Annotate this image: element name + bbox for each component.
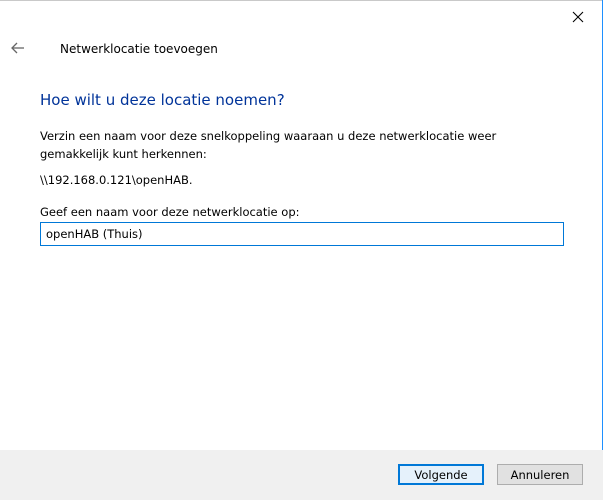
location-name-input[interactable] xyxy=(40,222,564,246)
back-arrow-icon xyxy=(11,42,24,54)
window-top-border xyxy=(0,0,603,1)
add-network-location-dialog: Netwerklocatie toevoegen Hoe wilt u deze… xyxy=(0,0,603,500)
name-field-label: Geef een naam voor deze netwerklocatie o… xyxy=(40,205,300,219)
cancel-button[interactable]: Annuleren xyxy=(497,464,583,485)
back-button[interactable] xyxy=(6,36,30,60)
page-heading: Hoe wilt u deze locatie noemen? xyxy=(40,91,285,109)
dialog-footer: Volgende Annuleren xyxy=(0,450,603,500)
close-button[interactable] xyxy=(555,2,601,32)
next-button[interactable]: Volgende xyxy=(398,464,484,485)
network-path: \\192.168.0.121\openHAB. xyxy=(40,173,193,187)
instruction-text: Verzin een naam voor deze snelkoppeling … xyxy=(40,129,497,161)
dialog-title: Netwerklocatie toevoegen xyxy=(60,42,218,56)
close-icon xyxy=(572,11,584,23)
